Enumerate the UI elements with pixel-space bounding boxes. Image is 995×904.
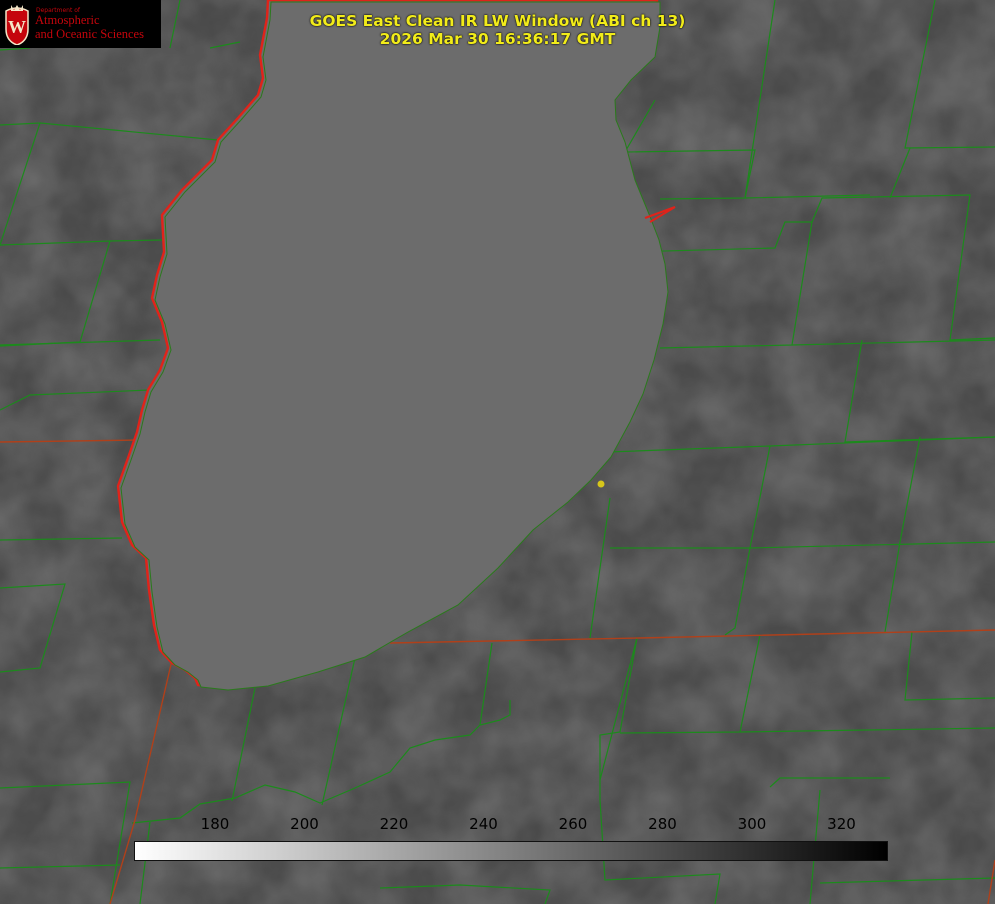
uw-seal-icon: W xyxy=(5,5,29,45)
colorbar-tick-label: 320 xyxy=(827,815,856,833)
colorbar-tick-label: 220 xyxy=(379,815,409,833)
uw-aos-logo: W Department of Atmospheric and Oceanic … xyxy=(0,0,161,48)
colorbar-tick-label: 180 xyxy=(200,815,230,833)
station-marker xyxy=(597,480,605,488)
colorbar-tick-label: 300 xyxy=(737,815,767,833)
colorbar-tick-label: 200 xyxy=(290,815,319,833)
logo-line-2: and Oceanic Sciences xyxy=(35,27,144,41)
map-title: GOES East Clean IR LW Window (ABI ch 13) xyxy=(309,12,686,30)
colorbar xyxy=(134,841,888,861)
logo-line-1: Atmospheric xyxy=(35,13,100,27)
seal-letter: W xyxy=(8,17,26,37)
colorbar-tick-label: 280 xyxy=(648,815,677,833)
map-timestamp: 2026 Mar 30 16:36:17 GMT xyxy=(379,30,616,48)
colorbar-tick-label: 240 xyxy=(469,815,498,833)
colorbar-tick-label: 260 xyxy=(558,815,588,833)
satellite-map xyxy=(0,0,995,904)
